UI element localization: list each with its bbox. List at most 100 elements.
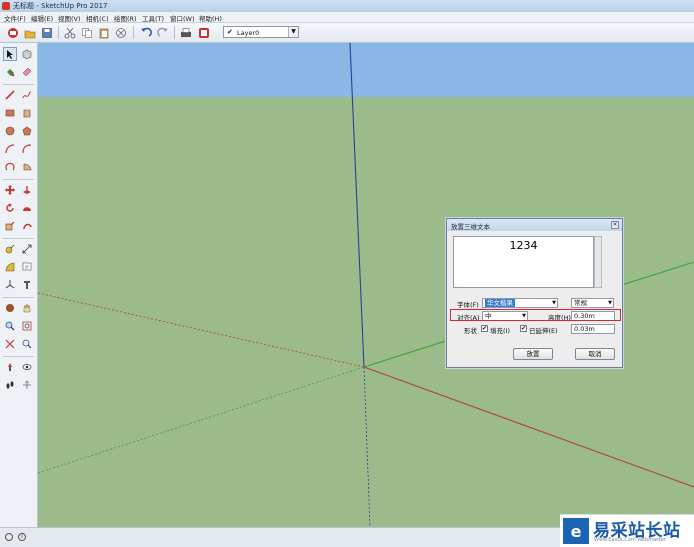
info-icon[interactable]: i [18, 533, 26, 541]
menu-window[interactable]: 窗口(W) [170, 13, 195, 23]
chevron-down-icon[interactable]: ▼ [552, 299, 556, 307]
layer-active-check-icon: ✔ [227, 28, 233, 36]
text-input-area[interactable]: 1234 [453, 236, 594, 288]
push-pull-icon[interactable] [20, 183, 34, 197]
toolbar-separator [174, 26, 175, 39]
geolocation-icon[interactable] [5, 533, 13, 541]
rotated-rectangle-icon[interactable] [20, 106, 34, 120]
place-button[interactable]: 放置 [513, 348, 553, 360]
protractor-icon[interactable] [3, 260, 17, 274]
extrude-checkbox[interactable]: ✔ [520, 325, 527, 332]
sketchup-app-icon [2, 2, 10, 10]
rectangle-icon[interactable] [3, 106, 17, 120]
open-folder-icon[interactable] [23, 26, 36, 39]
two-point-arc-icon[interactable] [20, 142, 34, 156]
close-icon[interactable]: × [611, 221, 619, 229]
zoom-extents-icon[interactable] [3, 337, 17, 351]
chevron-down-icon[interactable]: ▼ [288, 27, 298, 37]
pie-icon[interactable] [20, 160, 34, 174]
palette-separator [3, 84, 34, 85]
text-area-scrollbar[interactable] [594, 236, 602, 288]
main-toolbar [0, 23, 694, 43]
menu-tools[interactable]: 工具(T) [142, 13, 164, 23]
font-dropdown[interactable]: 华文楷果 ▼ [482, 298, 558, 308]
menu-file[interactable]: 文件(F) [4, 13, 26, 23]
copy-icon[interactable] [80, 26, 93, 39]
redo-icon[interactable] [156, 26, 169, 39]
scale-icon[interactable] [3, 219, 17, 233]
paint-bucket-icon[interactable] [3, 65, 17, 79]
model-info-icon[interactable] [197, 26, 210, 39]
print-icon[interactable] [179, 26, 192, 39]
palette-separator [3, 238, 34, 239]
text-label-icon[interactable] [20, 260, 34, 274]
follow-me-icon[interactable] [20, 201, 34, 215]
eraser-icon[interactable] [20, 65, 34, 79]
offset-icon[interactable] [20, 219, 34, 233]
extrude-input[interactable]: 0.03m [571, 324, 615, 334]
form-label: 形状 [464, 327, 477, 335]
font-style-dropdown[interactable]: 常规 ▼ [571, 298, 614, 308]
dialog-title-bar[interactable]: 放置三维文本 × [447, 219, 622, 231]
save-icon[interactable] [40, 26, 53, 39]
menu-help[interactable]: 帮助(H) [199, 13, 222, 23]
watermark-url: Www.Easck.Com Webmaster [594, 537, 666, 543]
dimension-icon[interactable] [20, 242, 34, 256]
font-dropdown-value: 华文楷果 [485, 299, 515, 307]
erase-icon[interactable] [114, 26, 127, 39]
tape-measure-icon[interactable] [3, 242, 17, 256]
palette-separator [3, 356, 34, 357]
circle-icon[interactable] [3, 124, 17, 138]
place-3d-text-dialog: 放置三维文本 × 1234 字体(F) 华文楷果 ▼ 常规 ▼ 对齐(A) 中 … [446, 218, 623, 368]
arc-icon[interactable] [3, 142, 17, 156]
3d-text-icon[interactable] [20, 278, 34, 292]
watermark-logo: e [563, 518, 589, 544]
dialog-title: 放置三维文本 [451, 223, 490, 231]
line-pencil-icon[interactable] [3, 88, 17, 102]
menu-draw[interactable]: 绘图(R) [114, 13, 137, 23]
palette-separator [3, 179, 34, 180]
pan-hand-icon[interactable] [20, 301, 34, 315]
layer-dropdown-value: Layer0 [237, 28, 260, 37]
position-camera-icon[interactable] [3, 360, 17, 374]
orbit-icon[interactable] [3, 301, 17, 315]
text-input-value: 1234 [509, 239, 538, 252]
menu-camera[interactable]: 相机(C) [86, 13, 109, 23]
palette-separator [3, 297, 34, 298]
layer-dropdown[interactable]: ✔ Layer0 ▼ [223, 26, 299, 38]
walk-footprints-icon[interactable] [3, 378, 17, 392]
make-component-icon[interactable] [20, 47, 34, 61]
polygon-icon[interactable] [20, 124, 34, 138]
align-row-highlight [450, 309, 621, 321]
menu-view[interactable]: 视图(V) [58, 13, 81, 23]
move-icon[interactable] [3, 183, 17, 197]
rotate-icon[interactable] [3, 201, 17, 215]
tool-palette [0, 43, 38, 527]
cancel-button[interactable]: 取消 [575, 348, 615, 360]
previous-view-icon[interactable] [20, 337, 34, 351]
look-around-icon[interactable] [20, 360, 34, 374]
chevron-down-icon[interactable]: ▼ [608, 299, 612, 307]
undo-icon[interactable] [139, 26, 152, 39]
axes-icon[interactable] [3, 278, 17, 292]
zoom-window-icon[interactable] [20, 319, 34, 333]
font-label: 字体(F) [457, 301, 479, 309]
cut-icon[interactable] [63, 26, 76, 39]
fill-checkbox[interactable]: ✔ [481, 325, 488, 332]
sky [38, 43, 694, 97]
toolbar-separator [133, 26, 134, 39]
menu-bar: 文件(F) 编辑(E) 视图(V) 相机(C) 绘图(R) 工具(T) 窗口(W… [0, 12, 694, 23]
section-plane-icon[interactable] [20, 378, 34, 392]
fill-label: 填充(I) [490, 327, 510, 335]
freehand-icon[interactable] [20, 88, 34, 102]
menu-edit[interactable]: 编辑(E) [31, 13, 53, 23]
paste-icon[interactable] [97, 26, 110, 39]
extrude-label: 已延伸(E) [529, 327, 558, 335]
select-arrow-icon[interactable] [3, 47, 17, 61]
toolbar-separator [58, 26, 59, 39]
zoom-icon[interactable] [3, 319, 17, 333]
window-title: 无标题 - SketchUp Pro 2017 [13, 2, 108, 10]
new-file-icon[interactable] [6, 26, 19, 39]
site-watermark: e 易采站长站 Www.Easck.Com Webmaster [560, 514, 694, 547]
three-point-arc-icon[interactable] [3, 160, 17, 174]
